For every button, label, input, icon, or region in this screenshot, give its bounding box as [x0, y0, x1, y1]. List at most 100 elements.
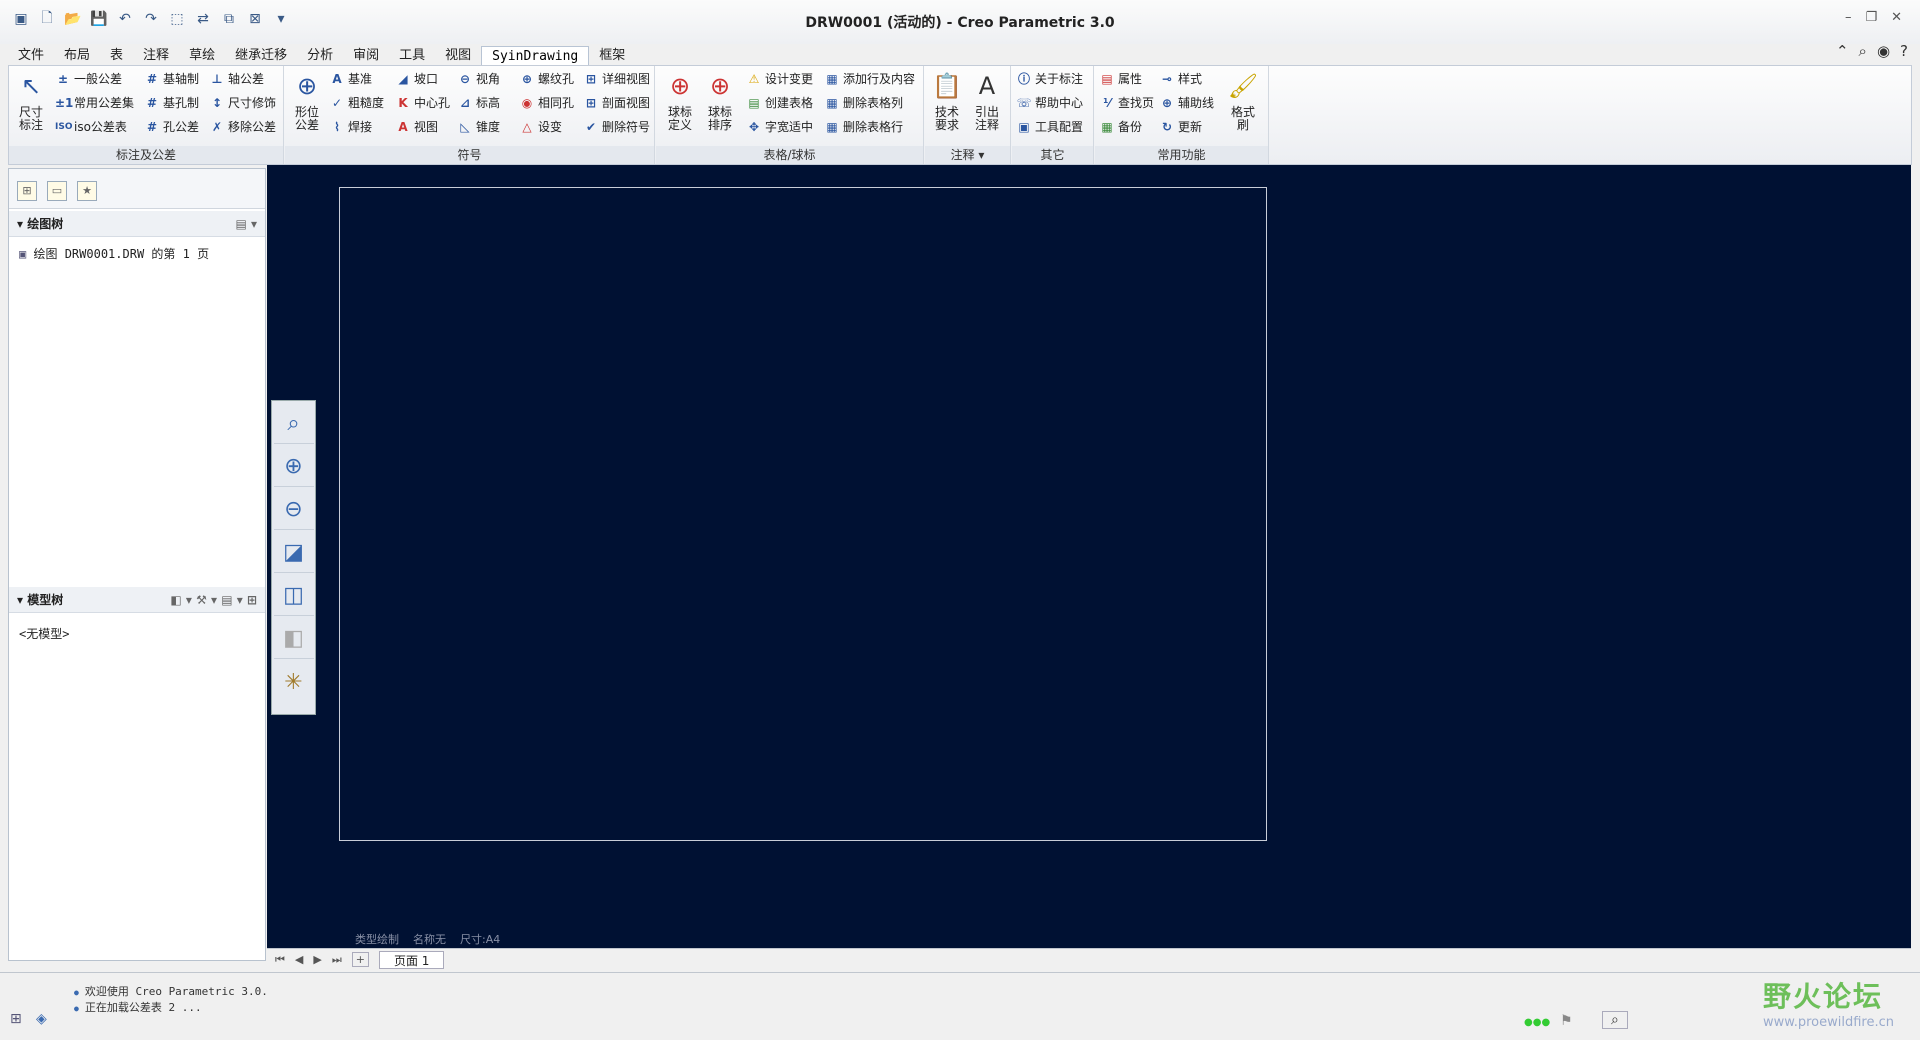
add-row-content-button[interactable]: ▦ 添加行及内容 [824, 70, 915, 87]
repaint-icon[interactable]: ◪ [273, 533, 314, 573]
center-hole-button[interactable]: K 中心孔 [395, 94, 450, 111]
hole-tolerance-button[interactable]: # 孔公差 [144, 118, 199, 135]
properties-button[interactable]: ▤ 属性 [1099, 70, 1142, 87]
delete-symbol-button[interactable]: ✔ 删除符号 [583, 118, 650, 135]
geometric-tolerance-button[interactable]: ⊕ 形位 公差 [289, 70, 325, 132]
tool-config-button[interactable]: ▣ 工具配置 [1016, 118, 1083, 135]
dimension-button[interactable]: ↖ 尺寸 标注 [13, 70, 49, 132]
design-change-button[interactable]: ⚠ 设计变更 [746, 70, 813, 87]
fit-width-button[interactable]: ✥ 字宽适中 [746, 118, 813, 135]
maximize-icon[interactable]: ❐ [1865, 10, 1877, 25]
dimension-decorate-button[interactable]: ↕ 尺寸修饰 [209, 94, 276, 111]
folder-browser-tab-icon[interactable]: ▭ [47, 181, 67, 201]
navigator-toggle-icon[interactable]: ⊞ [10, 1011, 22, 1027]
first-page-icon[interactable]: ⏮ [275, 953, 285, 967]
next-page-icon[interactable]: ▶ [313, 953, 321, 966]
balloon-sort-button[interactable]: ⊕ 球标 排序 [702, 70, 738, 132]
backup-button[interactable]: ▦ 备份 [1099, 118, 1142, 135]
general-tolerance-button[interactable]: ± 一般公差 [55, 70, 122, 87]
tree-tab-icon[interactable]: ⊞ [17, 181, 37, 201]
display-style-icon[interactable]: ◫ [273, 576, 314, 616]
label: 删除表格列 [843, 96, 904, 110]
hole-basis-button[interactable]: # 基孔制 [144, 94, 199, 111]
last-page-icon[interactable]: ⏭ [332, 953, 342, 967]
detail-view-icon: ⊞ [585, 71, 597, 86]
same-hole-button[interactable]: ◉ 相同孔 [519, 94, 574, 111]
leader-note-button[interactable]: A 引出 注释 [969, 70, 1005, 132]
delete-table-column-button[interactable]: ▦ 删除表格列 [824, 94, 903, 111]
weld-button[interactable]: ⌇ 焊接 [329, 118, 372, 135]
close-icon[interactable]: ✕ [1891, 10, 1902, 25]
drawing-tree-item[interactable]: ▣ 绘图 DRW0001.DRW 的第 1 页 [19, 245, 209, 262]
about-button[interactable]: ⓘ 关于标注 [1016, 70, 1083, 87]
threaded-hole-button[interactable]: ⊕ 螺纹孔 [519, 70, 574, 87]
zoom-in-icon[interactable]: ⊕ [273, 447, 314, 487]
zoom-fit-icon[interactable]: ⌕ [273, 404, 314, 444]
page-tab[interactable]: 页面 1 [378, 950, 445, 969]
group-label-dropdown[interactable]: 注释 ▾ [925, 146, 1010, 164]
find-page-button[interactable]: ⅟ 查找页 [1099, 94, 1154, 111]
common-tolerance-set-button[interactable]: ±1 常用公差集 [55, 94, 134, 111]
auxiliary-line-button[interactable]: ⊕ 辅助线 [1159, 94, 1214, 111]
delete-table-row-button[interactable]: ▦ 删除表格行 [824, 118, 903, 135]
datum-button[interactable]: A 基准 [329, 70, 372, 87]
help-icon[interactable]: ? [1900, 42, 1908, 60]
community-icon[interactable]: ◉ [1877, 42, 1890, 60]
detail-view-button[interactable]: ⊞ 详细视图 [583, 70, 650, 87]
tab-sketch[interactable]: 草绘 [179, 46, 225, 66]
settings-icon[interactable]: ▤ ▾ [235, 211, 257, 237]
view-button[interactable]: A 视图 [395, 118, 438, 135]
status-bar: 欢迎使用 Creo Parametric 3.0. 正在加载公差表 2 ... … [0, 972, 1920, 1040]
zoom-out-icon[interactable]: ⊖ [273, 490, 314, 530]
find-icon[interactable]: ⌕ [1602, 1011, 1628, 1029]
elevation-button[interactable]: ⊿ 标高 [457, 94, 500, 111]
search-icon[interactable]: ⌕ [1859, 42, 1867, 60]
tab-frame[interactable]: 框架 [589, 46, 635, 66]
add-page-icon[interactable]: + [351, 952, 369, 967]
section-view-button[interactable]: ⊞ 剖面视图 [583, 94, 650, 111]
design-change-symbol-button[interactable]: △ 设变 [519, 118, 562, 135]
groove-button[interactable]: ◢ 坡口 [395, 70, 438, 87]
create-table-button[interactable]: ▤ 创建表格 [746, 94, 813, 111]
shaft-basis-button[interactable]: # 基轴制 [144, 70, 199, 87]
datum-display-icon[interactable]: ✳ [274, 662, 314, 702]
tab-table[interactable]: 表 [100, 46, 133, 66]
collapse-ribbon-icon[interactable]: ⌃ [1836, 42, 1849, 60]
drawing-tree-header[interactable]: ▾ 绘图树 ▤ ▾ [9, 211, 265, 237]
taper-button[interactable]: ◺ 锥度 [457, 118, 500, 135]
iso-tolerance-table-button[interactable]: ISO iso公差表 [55, 118, 127, 135]
update-button[interactable]: ↻ 更新 [1159, 118, 1202, 135]
tab-file[interactable]: 文件 [8, 46, 54, 66]
tab-legacy-migration[interactable]: 继承迁移 [225, 46, 297, 66]
model-tree-tools-icon[interactable]: ◧ ▾ ⚒ ▾ ▤ ▾ ⊞ [170, 587, 257, 613]
format-painter-button[interactable]: 🖌 格式 刷 [1225, 70, 1261, 132]
label: 中心孔 [414, 96, 451, 110]
balloon-define-button[interactable]: ⊕ 球标 定义 [662, 70, 698, 132]
tab-syindrawing[interactable]: SyinDrawing [481, 46, 590, 66]
tab-annotate[interactable]: 注释 [133, 46, 179, 66]
tab-tools[interactable]: 工具 [389, 46, 435, 66]
prev-page-icon[interactable]: ◀ [295, 953, 303, 966]
style-button[interactable]: ⊸ 样式 [1159, 70, 1202, 87]
favorites-tab-icon[interactable]: ★ [77, 181, 97, 201]
label: iso公差表 [74, 120, 127, 134]
group-other: ⓘ 关于标注 ☏ 帮助中心 ▣ 工具配置 其它 [1012, 66, 1094, 164]
model-tree-header[interactable]: ▾ 模型树 ◧ ▾ ⚒ ▾ ▤ ▾ ⊞ [9, 587, 265, 613]
page-bar: ⏮ ◀ ▶ ⏭ + 页面 1 [267, 948, 1911, 970]
tab-analysis[interactable]: 分析 [297, 46, 343, 66]
remove-tolerance-button[interactable]: ✗ 移除公差 [209, 118, 276, 135]
shaft-tolerance-button[interactable]: ⊥ 轴公差 [209, 70, 265, 87]
groove-icon: ◢ [398, 71, 408, 86]
tab-layout[interactable]: 布局 [54, 46, 100, 66]
tab-view[interactable]: 视图 [435, 46, 481, 66]
tab-review[interactable]: 审阅 [343, 46, 389, 66]
saved-views-icon[interactable]: ◧ [273, 619, 314, 659]
browser-toggle-icon[interactable]: ◈ [36, 1011, 47, 1027]
flag-icon[interactable]: ⚑ [1560, 1013, 1573, 1029]
label: 基孔制 [163, 96, 200, 110]
minimize-icon[interactable]: – [1845, 10, 1852, 25]
view-angle-button[interactable]: ⊖ 视角 [457, 70, 500, 87]
roughness-button[interactable]: ✓ 粗糙度 [329, 94, 384, 111]
help-center-button[interactable]: ☏ 帮助中心 [1016, 94, 1083, 111]
tech-requirements-button[interactable]: 📋 技术 要求 [929, 70, 965, 132]
